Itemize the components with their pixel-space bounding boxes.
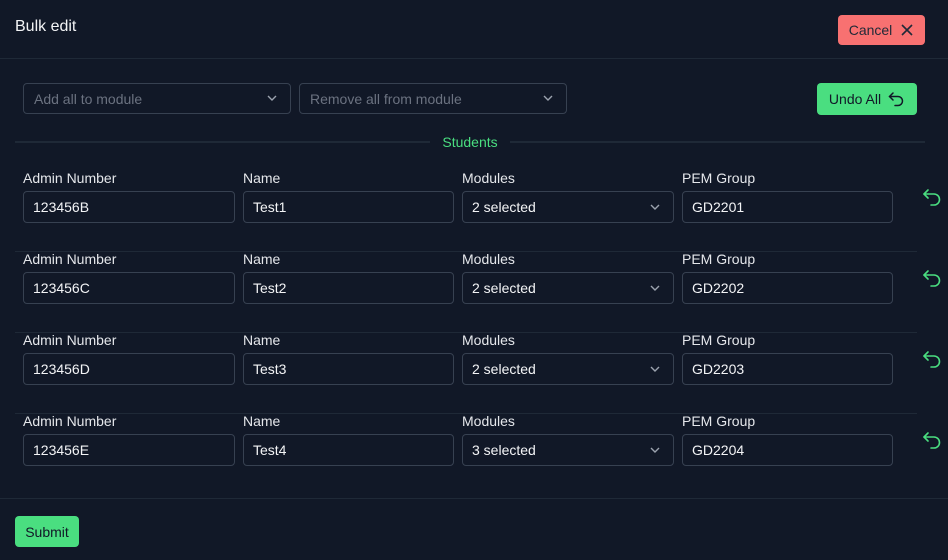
pem-group-input[interactable]: GD2201 [682, 191, 893, 223]
pem-group-value: GD2202 [692, 280, 745, 296]
name-label: Name [243, 332, 281, 348]
pem-group-label: PEM Group [682, 251, 756, 267]
student-row: Admin Number 123456C Name Test2 Modules … [15, 251, 941, 333]
remove-all-from-module-select[interactable]: Remove all from module [299, 83, 567, 114]
admin-number-input[interactable]: 123456C [23, 272, 235, 304]
chevron-down-icon [650, 285, 660, 291]
name-label: Name [243, 170, 281, 186]
name-input[interactable]: Test3 [243, 353, 454, 385]
admin-number-label: Admin Number [23, 413, 117, 429]
modules-label: Modules [462, 170, 515, 186]
modules-select[interactable]: 2 selected [462, 353, 674, 385]
modules-value: 2 selected [472, 280, 536, 296]
admin-number-value: 123456B [33, 199, 90, 215]
name-value: Test3 [253, 361, 287, 377]
pem-group-value: GD2201 [692, 199, 745, 215]
pem-group-label: PEM Group [682, 413, 756, 429]
undo-all-button[interactable]: Undo All [817, 83, 917, 115]
page-title: Bulk edit [15, 18, 77, 35]
admin-number-label: Admin Number [23, 332, 117, 348]
modules-label: Modules [462, 413, 515, 429]
admin-number-value: 123456E [33, 442, 90, 458]
name-value: Test1 [253, 199, 287, 215]
add-all-to-module-select[interactable]: Add all to module [23, 83, 291, 114]
admin-number-input[interactable]: 123456D [23, 353, 235, 385]
pem-group-value: GD2203 [692, 361, 745, 377]
name-input[interactable]: Test1 [243, 191, 454, 223]
name-value: Test4 [253, 442, 287, 458]
student-row: Admin Number 123456D Name Test3 Modules … [15, 332, 941, 414]
add-all-placeholder: Add all to module [34, 90, 143, 107]
admin-number-label: Admin Number [23, 170, 117, 186]
modules-select[interactable]: 2 selected [462, 191, 674, 223]
pem-group-label: PEM Group [682, 332, 756, 348]
admin-number-value: 123456C [33, 280, 90, 296]
student-row: Admin Number 123456E Name Test4 Modules … [15, 413, 941, 494]
admin-number-input[interactable]: 123456E [23, 434, 235, 466]
name-value: Test2 [253, 280, 287, 296]
name-label: Name [243, 413, 281, 429]
modules-value: 2 selected [472, 199, 536, 215]
name-label: Name [243, 251, 281, 267]
undo-row-icon[interactable] [921, 348, 943, 370]
pem-group-value: GD2204 [692, 442, 745, 458]
undo-row-icon[interactable] [921, 186, 943, 208]
undo-row-icon[interactable] [921, 429, 943, 451]
cancel-label: Cancel [848, 22, 893, 38]
modules-select[interactable]: 2 selected [462, 272, 674, 304]
chevron-down-icon [650, 447, 660, 453]
cancel-button[interactable]: Cancel [838, 15, 925, 45]
submit-button[interactable]: Submit [15, 516, 79, 547]
header: Bulk edit Cancel [0, 0, 948, 59]
pem-group-input[interactable]: GD2204 [682, 434, 893, 466]
undo-all-label: Undo All [828, 91, 882, 107]
section-label-students: Students [442, 134, 498, 150]
submit-label: Submit [25, 523, 69, 540]
modules-value: 2 selected [472, 361, 536, 377]
chevron-down-icon [543, 95, 553, 101]
pem-group-input[interactable]: GD2203 [682, 353, 893, 385]
undo-icon [888, 92, 904, 107]
modules-label: Modules [462, 251, 515, 267]
pem-group-label: PEM Group [682, 170, 756, 186]
divider-right [510, 141, 925, 143]
student-row: Admin Number 123456B Name Test1 Modules … [15, 170, 941, 252]
name-input[interactable]: Test4 [243, 434, 454, 466]
modules-value: 3 selected [472, 442, 536, 458]
divider-left [15, 141, 430, 143]
chevron-down-icon [650, 366, 660, 372]
modules-label: Modules [462, 332, 515, 348]
footer: Submit [0, 498, 948, 560]
modules-select[interactable]: 3 selected [462, 434, 674, 466]
close-icon [901, 24, 913, 36]
name-input[interactable]: Test2 [243, 272, 454, 304]
remove-all-placeholder: Remove all from module [310, 90, 462, 107]
undo-row-icon[interactable] [921, 267, 943, 289]
chevron-down-icon [267, 95, 277, 101]
pem-group-input[interactable]: GD2202 [682, 272, 893, 304]
chevron-down-icon [650, 204, 660, 210]
admin-number-input[interactable]: 123456B [23, 191, 235, 223]
admin-number-label: Admin Number [23, 251, 117, 267]
admin-number-value: 123456D [33, 361, 90, 377]
